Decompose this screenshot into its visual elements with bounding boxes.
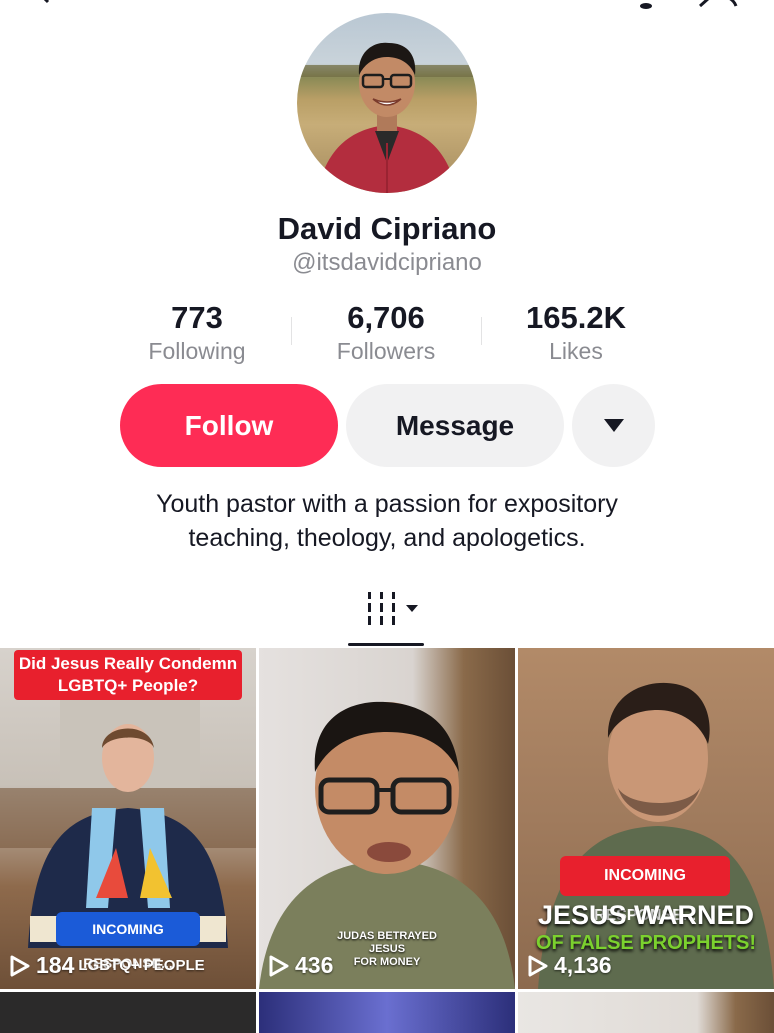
video-thumbnail[interactable]: Did Jesus Really Condemn LGBTQ+ People? …	[0, 648, 256, 989]
notification-bell-icon[interactable]	[626, 0, 666, 12]
view-count-value: 436	[295, 952, 334, 978]
video-headline: OF FALSE PROPHETS!	[535, 932, 757, 954]
stat-likes[interactable]: 165.2K Likes	[481, 300, 671, 366]
caret-down-icon	[603, 418, 624, 432]
bio-line: teaching, theology, and apologetics.	[188, 524, 586, 552]
view-count-value: 4,136	[554, 952, 612, 978]
video-title-line: LGBTQ+ People?	[57, 676, 199, 695]
video-thumbnail[interactable]: JUDAS BETRAYED JESUS FOR MONEY 436	[259, 648, 515, 989]
profile-bio: Youth pastor with a passion for exposito…	[0, 487, 774, 555]
video-caption-line: FOR MONEY	[353, 956, 421, 968]
video-thumbnail[interactable]: INCOMING RESPONSE... JESUS WARNED OF FAL…	[518, 648, 774, 989]
profile-handle: @itsdavidcipriano	[292, 249, 482, 276]
play-icon	[10, 955, 30, 976]
video-caption-line: JUDAS BETRAYED JESUS	[337, 930, 437, 955]
more-options-button[interactable]	[572, 384, 655, 467]
video-caption: JUDAS BETRAYED JESUS FOR MONEY	[319, 930, 455, 969]
video-title-overlay: Did Jesus Really Condemn LGBTQ+ People?	[14, 650, 242, 700]
video-headline: JESUS WARNED	[537, 900, 755, 930]
avatar[interactable]	[297, 13, 477, 193]
follow-button[interactable]: Follow	[120, 384, 338, 467]
stat-likes-value: 165.2K	[526, 300, 626, 335]
video-caption: LGBTQ+ PEOPLE	[78, 957, 205, 974]
view-count: 4,136	[528, 952, 612, 979]
view-count-value: 184	[36, 952, 75, 978]
share-icon[interactable]	[696, 0, 740, 12]
stat-likes-label: Likes	[549, 338, 603, 364]
active-tab-indicator	[348, 643, 424, 646]
message-button[interactable]: Message	[346, 384, 564, 467]
view-count: 184 LGBTQ+ PEOPLE	[10, 952, 205, 979]
stat-following-label: Following	[148, 338, 246, 364]
view-count: 436	[269, 952, 333, 979]
stat-following[interactable]: 773 Following	[102, 300, 292, 366]
stat-following-value: 773	[171, 300, 223, 335]
video-thumbnail[interactable]	[518, 992, 774, 1033]
back-icon[interactable]	[28, 0, 58, 10]
tab-videos[interactable]	[366, 592, 422, 631]
video-badge: INCOMING RESPONSE...	[560, 856, 730, 924]
video-thumbnail[interactable]	[259, 992, 515, 1033]
play-icon	[528, 955, 548, 976]
video-thumbnail[interactable]	[0, 992, 256, 1033]
video-title-line: Did Jesus Really Condemn	[18, 654, 238, 673]
stat-followers[interactable]: 6,706 Followers	[291, 300, 481, 366]
stat-followers-value: 6,706	[347, 300, 425, 335]
bio-line: Youth pastor with a passion for exposito…	[156, 490, 618, 518]
stat-followers-label: Followers	[336, 338, 436, 364]
play-icon	[269, 955, 289, 976]
videos-grid-icon	[368, 592, 418, 625]
profile-name: David Cipriano	[277, 211, 497, 246]
video-badge: INCOMING RESPONSE...	[56, 912, 200, 971]
